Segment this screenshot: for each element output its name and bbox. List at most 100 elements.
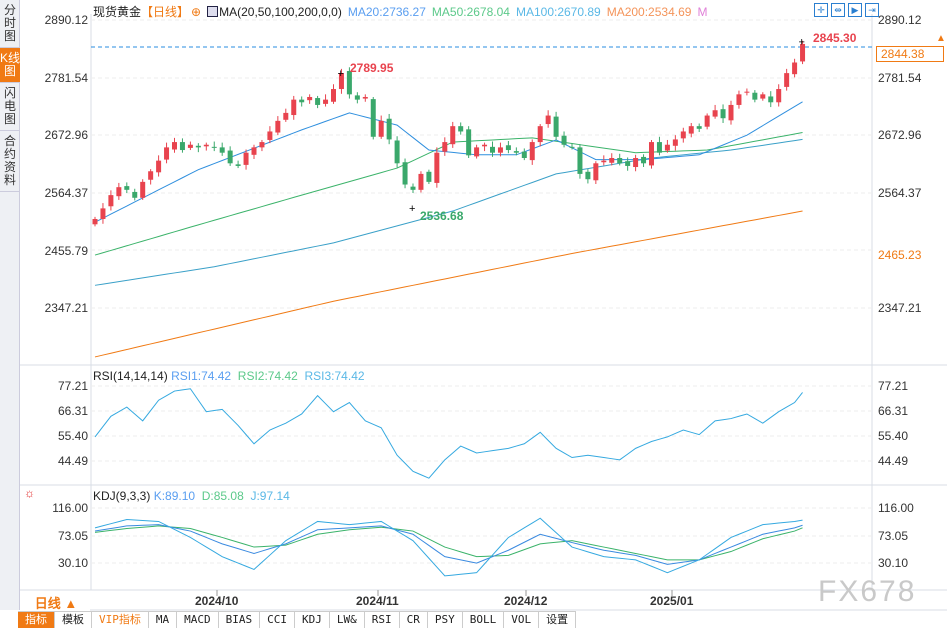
candle-body [474, 147, 480, 157]
candle-body [354, 95, 360, 100]
candle-body [641, 156, 647, 164]
tab-10[interactable]: CR [400, 612, 428, 628]
tab-2[interactable]: VIP指标 [92, 612, 149, 628]
candle-body [593, 163, 599, 181]
candle-body [704, 115, 710, 127]
j-value: J:97.14 [250, 489, 290, 503]
candle-body [164, 147, 170, 160]
candle-body [450, 126, 456, 145]
kdj-axis-label: 116.00 [52, 501, 88, 515]
indicator-chart-icon[interactable] [207, 6, 219, 17]
indicator-tabs: 指标 模板 VIP指标 MA MACD BIAS CCI KDJ LW& RSI CR PSY BOLL… [18, 611, 577, 628]
crosshair-icon[interactable]: ✛ [814, 3, 828, 17]
ma200-line [94, 210, 803, 358]
candle-body [784, 73, 790, 87]
kdj-j-line [94, 517, 803, 577]
tab-0[interactable]: 指标 [18, 612, 55, 628]
tab-8[interactable]: LW& [330, 612, 365, 628]
tab-5[interactable]: BIAS [219, 612, 261, 628]
candle-body [521, 151, 527, 158]
rsi3-value: RSI3:74.42 [304, 369, 365, 383]
candle-body [243, 152, 249, 165]
left-axis-label: 2672.96 [44, 128, 88, 142]
candle-body [370, 99, 376, 137]
period-tag: 【日线】 [141, 5, 190, 19]
rsi-legend: RSI(14,14,14) RSI1:74.42 RSI2:74.42 RSI3… [93, 369, 365, 383]
candle-body [410, 186, 416, 190]
m-value: M [697, 5, 708, 19]
right-axis-label: 2347.21 [878, 301, 922, 315]
rsi-line [94, 388, 803, 479]
ma200-value: MA200:2534.69 [606, 5, 692, 19]
high-marker: + [337, 68, 343, 80]
candle-body [140, 181, 146, 198]
candle-body [744, 91, 750, 93]
candle-body [529, 142, 535, 161]
candle-body [156, 160, 162, 173]
tab-11[interactable]: PSY [428, 612, 463, 628]
marker-price-label: 2465.23 [878, 248, 922, 262]
right-axis-label: 2781.54 [878, 71, 922, 85]
tab-3[interactable]: MA [149, 612, 178, 628]
chart-canvas[interactable]: + + + [0, 0, 947, 628]
candle-body [267, 131, 273, 140]
date-label: 2024/10 [195, 594, 239, 608]
candle-body [307, 96, 313, 101]
candle-body [728, 104, 734, 121]
rsi-axis-label: 66.31 [878, 404, 909, 418]
candle-body [776, 89, 782, 103]
rsi-axis-label: 77.21 [57, 379, 88, 393]
play-icon[interactable]: ▶ [848, 3, 862, 17]
candle-body [116, 187, 122, 197]
candle-body [394, 140, 400, 164]
chart-header: 现货黄金【日线】 ⊕ MA(20,50,100,200,0,0) MA20:2736.… [93, 3, 713, 20]
left-axis-label: 2455.79 [44, 244, 88, 258]
candle-body [275, 120, 281, 133]
left-axis-label: 2781.54 [44, 71, 88, 85]
period-selector[interactable]: 日线 ▲ [22, 593, 90, 611]
current-price-arrow-icon: ▲ [936, 33, 946, 44]
kdj-axis-label: 73.05 [57, 529, 88, 543]
right-axis-label: 2890.12 [878, 13, 922, 27]
candle-body [649, 142, 654, 166]
right-axis-label: 2564.37 [878, 186, 922, 200]
ma100-value: MA100:2670.89 [515, 5, 601, 19]
tab-14[interactable]: 设置 [539, 612, 577, 628]
candle-body [187, 144, 193, 148]
last-marker: + [799, 36, 805, 48]
candle-body [505, 145, 511, 151]
candle-body [601, 160, 607, 163]
candle-body [179, 142, 185, 151]
tab-9[interactable]: RSI [365, 612, 400, 628]
candle-body [513, 151, 519, 153]
target-icon[interactable]: ⊕ [191, 5, 201, 19]
candle-body [569, 146, 575, 148]
tab-7[interactable]: KDJ [295, 612, 330, 628]
candle-body [466, 129, 472, 156]
rsi-axis-label: 66.31 [57, 404, 88, 418]
candle-body [315, 98, 321, 105]
candle-body [577, 147, 583, 174]
tab-13[interactable]: VOL [504, 612, 540, 628]
kdj-axis-label: 116.00 [878, 501, 914, 515]
candle-body [672, 139, 678, 146]
tab-4[interactable]: MACD [177, 612, 219, 628]
tab-12[interactable]: BOLL [463, 612, 505, 628]
candle-body [418, 173, 424, 190]
zoom-range-icon[interactable]: ⇹ [831, 3, 845, 17]
candle-body [100, 208, 106, 220]
candle-body [386, 118, 392, 140]
candle-body [537, 126, 543, 143]
candle-body [219, 147, 225, 153]
high-annotation: 2789.95 [350, 61, 394, 75]
tab-1[interactable]: 模板 [55, 612, 92, 628]
settings-sun-icon[interactable]: ☼ [24, 486, 35, 500]
rsi2-value: RSI2:74.42 [237, 369, 298, 383]
instrument-title: 现货黄金 [93, 5, 142, 19]
kdj-d-line [94, 525, 803, 561]
rsi-axis-label: 55.40 [57, 429, 88, 443]
goto-end-icon[interactable]: ⇥ [865, 3, 879, 17]
candle-body [688, 126, 694, 134]
tab-6[interactable]: CCI [260, 612, 295, 628]
rsi-axis-label: 77.21 [878, 379, 909, 393]
